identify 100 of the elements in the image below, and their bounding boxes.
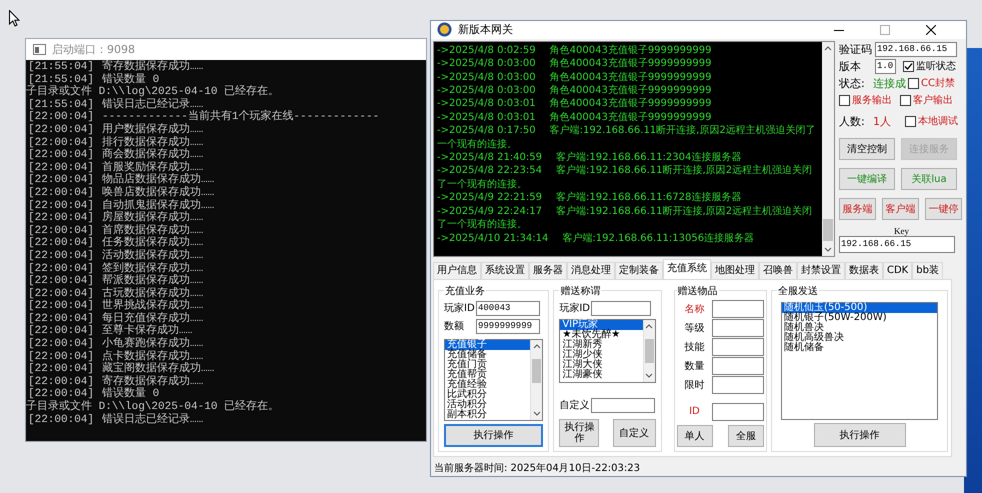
scroll-down-icon[interactable] [824, 246, 832, 253]
text-field[interactable] [712, 402, 764, 421]
text-field[interactable] [712, 318, 764, 337]
log-time: [22:00:04] [28, 200, 90, 212]
scrollbar[interactable] [530, 340, 542, 420]
action-button[interactable]: 清空控制 [839, 138, 895, 160]
list-item[interactable]: 随机高级兽决 [782, 332, 938, 343]
text-field[interactable] [591, 300, 652, 316]
field-label: ID [688, 406, 701, 418]
log-time: [22:00:04] [28, 414, 90, 426]
execute-button[interactable]: 执行操作 [559, 418, 600, 447]
text-field[interactable]: 9999999999 [476, 318, 540, 334]
log-message: 首服奖励保存成功…… [102, 162, 204, 174]
list-item[interactable]: 充值门贡 [445, 360, 530, 370]
list-item[interactable]: 江湖少侠 [560, 350, 643, 360]
log-message: 每日充值保存成功…… [102, 312, 204, 325]
tab[interactable]: 定制装备 [615, 262, 663, 279]
checkbox[interactable] [908, 78, 919, 89]
tab[interactable]: 服务器 [529, 262, 567, 279]
list-item[interactable]: 江湖新秀 [560, 340, 643, 350]
tab[interactable]: CDK [883, 262, 912, 279]
list-box[interactable]: VIP玩家 ★未饮先醉★ 江湖新秀 江湖少侠 江湖大侠 江湖豪侠 [559, 318, 656, 383]
window-title: 新版本网关 [458, 22, 513, 38]
scrollbar[interactable] [822, 42, 834, 256]
scrollbar-thumb[interactable] [823, 218, 833, 241]
text-field[interactable] [712, 376, 764, 394]
tab[interactable]: 充值系统 [663, 258, 711, 279]
log-entry: ->2025/4/8 0:17:50 客户端:192.168.66.11断开连接,原因2远程主机强迫关闭了一个现有的连接。 [437, 124, 817, 152]
log-time: [22:00:04] [28, 376, 90, 388]
scrollbar[interactable] [642, 320, 655, 382]
list-item[interactable]: 充值银子 [445, 340, 530, 350]
execute-button[interactable]: 执行操作 [444, 424, 544, 447]
list-item[interactable]: 活动积分 [445, 400, 530, 410]
log-time: [22:00:04] [28, 338, 90, 351]
log-message: 寄存数据保存成功…… [102, 376, 204, 388]
text-field[interactable] [712, 338, 764, 356]
text-field[interactable]: 400043 [476, 300, 540, 316]
key-field[interactable]: 192.168.66.15 [839, 236, 955, 253]
window-title: 启动端口：9098 [52, 42, 135, 57]
list-box[interactable]: 充值银子 充值储备 充值门贡 充值帮贡 充值经验 比武积分 活动积分 副本积分 [444, 338, 544, 421]
field-label: 数额 [444, 320, 465, 334]
scrollbar-thumb[interactable] [644, 338, 654, 363]
tab[interactable]: 系统设置 [481, 262, 529, 279]
send-button[interactable]: 单人 [676, 424, 713, 447]
log-message: 房屋数据保存成功…… [102, 212, 204, 224]
scroll-down-icon[interactable] [532, 410, 541, 417]
text-field[interactable] [712, 300, 764, 318]
field-label: 验证码 [839, 42, 873, 57]
log-time: [21:55:04] [28, 98, 90, 111]
list-item[interactable]: VIP玩家 [560, 320, 643, 330]
list-item[interactable]: ★未饮先醉★ [560, 330, 643, 340]
scroll-up-icon[interactable] [824, 44, 832, 51]
tab[interactable]: 数据表 [845, 262, 883, 279]
list-item[interactable]: 江湖大侠 [560, 360, 643, 370]
tab[interactable]: 用户信息 [433, 262, 481, 279]
list-item[interactable]: 随机储备 [782, 342, 938, 353]
log-message: 任务数据保存成功…… [102, 237, 204, 250]
list-box[interactable]: 随机仙玉(50-500) 随机银子(50W-200W) 随机兽决 随机高级兽决 随机储备 [781, 302, 938, 420]
tab[interactable]: 地图处理 [711, 262, 759, 279]
field-label: 自定义 [559, 398, 590, 412]
tab[interactable]: 消息处理 [567, 262, 615, 279]
list-item[interactable]: 充值帮贡 [445, 370, 530, 380]
scroll-up-icon[interactable] [532, 342, 541, 349]
tab[interactable]: 召唤兽 [759, 262, 797, 279]
checkbox[interactable] [900, 94, 911, 106]
checkbox-label: CC封禁 [921, 76, 955, 90]
list-item[interactable]: 充值储备 [445, 350, 530, 360]
send-button[interactable]: 全服 [728, 424, 764, 447]
log-message: 商会数据保存成功…… [102, 149, 204, 162]
version-field[interactable]: 1.0 [875, 58, 896, 74]
text-field[interactable] [712, 356, 764, 375]
log-time: [22:00:04] [28, 186, 90, 200]
scroll-up-icon[interactable] [645, 322, 654, 329]
log-time: [22:00:04] [28, 275, 90, 288]
list-item[interactable]: 副本积分 [445, 410, 530, 420]
list-item[interactable]: 江湖豪侠 [560, 370, 643, 380]
list-item[interactable]: 充值经验 [445, 380, 530, 390]
log-time: [22:00:04] [28, 136, 90, 149]
checkbox[interactable] [905, 116, 916, 127]
log-message: 物品店数据保存成功…… [102, 174, 214, 186]
list-item[interactable]: 随机兽决 [782, 322, 938, 333]
log-message: 排行数据保存成功…… [102, 136, 204, 149]
action-button[interactable]: 服务端 [839, 198, 876, 220]
tab[interactable]: bb装 [912, 262, 943, 279]
custom-button[interactable]: 自定义 [612, 418, 656, 447]
list-item[interactable]: 比武积分 [445, 390, 530, 400]
tab[interactable]: 封禁设置 [797, 262, 845, 279]
text-field[interactable] [591, 398, 656, 413]
checkbox[interactable] [903, 60, 914, 72]
list-item[interactable]: 随机仙玉(50-500) [782, 302, 938, 313]
code-field[interactable]: 192.168.66.15 [875, 42, 957, 57]
action-button[interactable]: 客户端 [882, 198, 919, 220]
action-button[interactable]: 一键停 [925, 198, 962, 220]
scrollbar-thumb[interactable] [532, 358, 542, 383]
close-icon[interactable] [926, 24, 936, 35]
log-entry: ->2025/4/9 22:21:59 客户端:192.168.66.11:6728连接服务器 [437, 191, 742, 205]
execute-button[interactable]: 执行操作 [814, 423, 906, 447]
checkbox[interactable] [839, 94, 850, 106]
scroll-down-icon[interactable] [645, 372, 654, 379]
list-item[interactable]: 随机银子(50W-200W) [782, 312, 938, 323]
